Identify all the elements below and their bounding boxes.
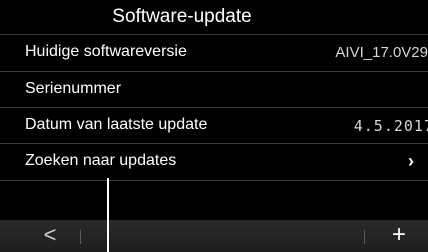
add-button[interactable]: + <box>386 220 412 252</box>
last-update-date-value: 4.5.2017 <box>353 117 428 135</box>
separator <box>80 230 81 244</box>
row-label: Huidige softwareversie <box>25 43 187 60</box>
separator <box>364 230 365 244</box>
divider <box>0 180 428 181</box>
row-last-update-date: Datum van laatste update 4.5.2017 <box>0 107 428 144</box>
pointer-line <box>107 178 109 252</box>
back-button[interactable]: < <box>38 220 62 252</box>
row-current-software-version: Huidige softwareversie AIVI_17.0V29 <box>0 34 428 71</box>
row-serial-number: Serienummer <box>0 71 428 108</box>
software-update-screen: Software-update Huidige softwareversie A… <box>0 0 428 252</box>
page-title: Software-update <box>112 6 252 27</box>
software-version-value: AIVI_17.0V29 <box>335 44 428 61</box>
row-label: Serienummer <box>25 80 122 97</box>
row-label: Zoeken naar updates <box>25 152 177 169</box>
bottom-bar: < + <box>0 220 428 252</box>
row-label: Datum van laatste update <box>25 116 208 133</box>
chevron-right-icon[interactable]: › <box>408 151 414 172</box>
row-search-updates[interactable]: Zoeken naar updates › <box>0 143 428 180</box>
